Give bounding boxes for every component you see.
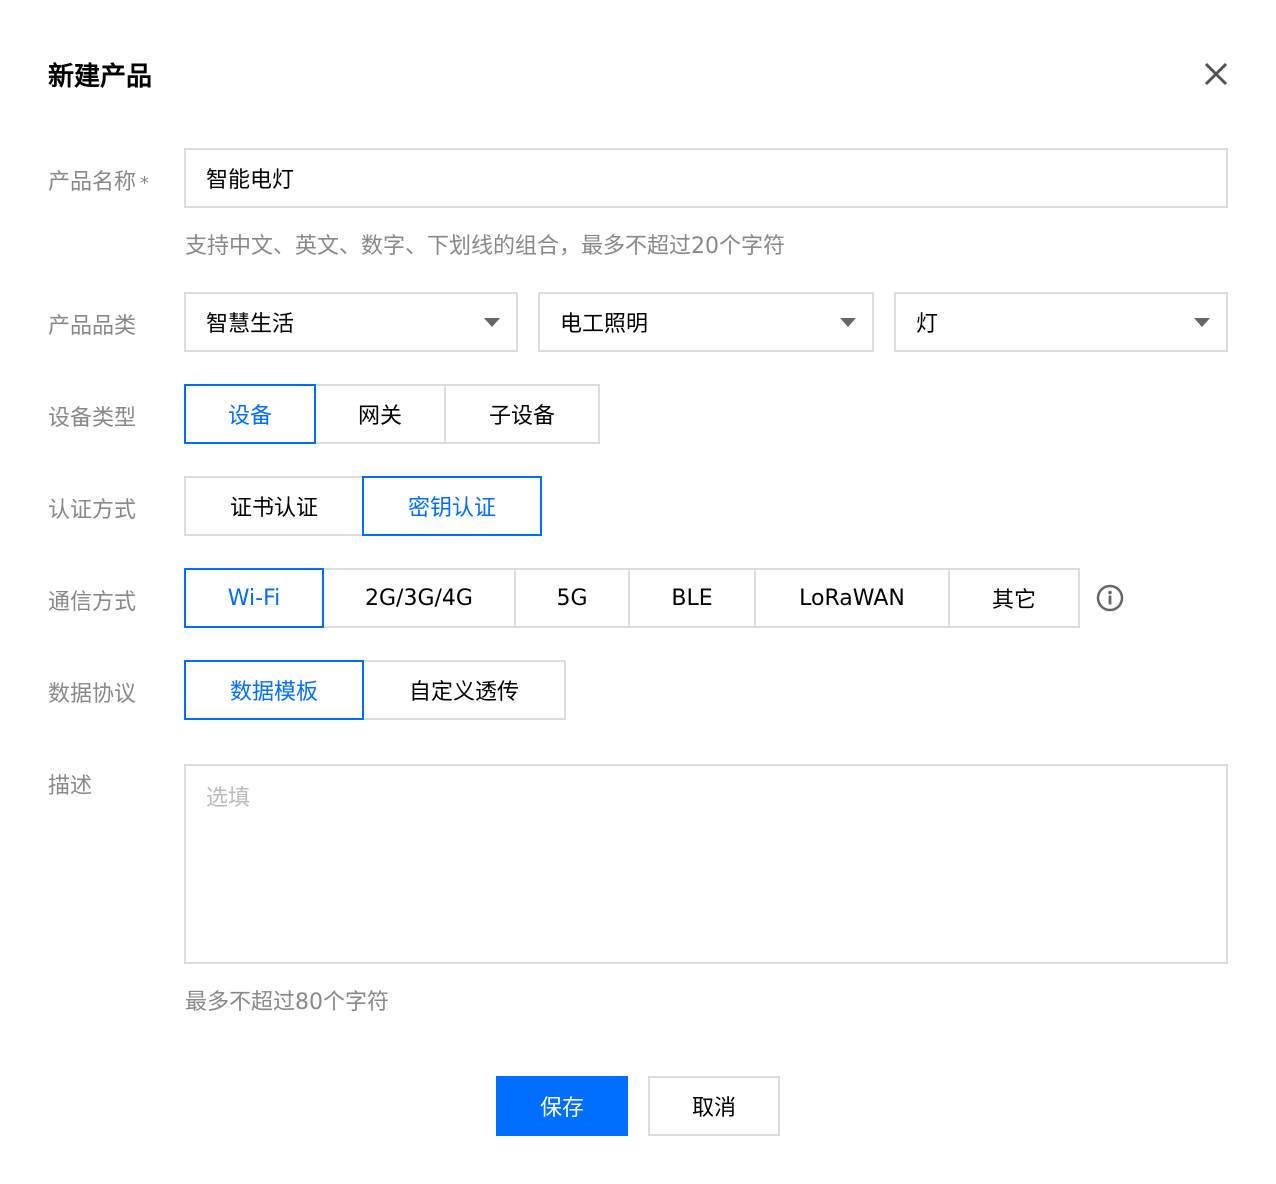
protocol-option-template[interactable]: 数据模板 <box>184 660 364 720</box>
product-name-hint: 支持中文、英文、数字、下划线的组合，最多不超过20个字符 <box>185 234 785 259</box>
auth-label: 认证方式 <box>48 498 137 523</box>
info-icon[interactable] <box>1096 584 1124 612</box>
protocol-segment: 数据模板 自定义透传 <box>184 660 566 720</box>
comm-option-5g[interactable]: 5G <box>514 568 630 628</box>
category-level2-select[interactable]: 电工照明 <box>538 292 874 352</box>
required-mark: * <box>140 173 150 194</box>
device-type-option-gateway[interactable]: 网关 <box>314 384 446 444</box>
comm-option-ble[interactable]: BLE <box>628 568 756 628</box>
description-placeholder: 选填 <box>206 786 251 811</box>
comm-option-wifi[interactable]: Wi-Fi <box>184 568 324 628</box>
auth-option-key[interactable]: 密钥认证 <box>362 476 542 536</box>
cancel-button[interactable]: 取消 <box>648 1076 780 1136</box>
protocol-label: 数据协议 <box>48 682 137 707</box>
comm-label: 通信方式 <box>48 590 137 615</box>
device-type-segment: 设备 网关 子设备 <box>184 384 600 444</box>
category-level1-select[interactable]: 智慧生活 <box>184 292 518 352</box>
product-name-input[interactable]: 智能电灯 <box>184 148 1228 208</box>
comm-option-lorawan[interactable]: LoRaWAN <box>754 568 950 628</box>
description-label: 描述 <box>48 774 93 799</box>
comm-segment: Wi-Fi 2G/3G/4G 5G BLE LoRaWAN 其它 <box>184 568 1080 628</box>
save-button[interactable]: 保存 <box>496 1076 628 1136</box>
dialog-title: 新建产品 <box>48 62 153 92</box>
chevron-down-icon <box>1194 318 1210 327</box>
description-hint: 最多不超过80个字符 <box>185 990 389 1015</box>
device-type-option-subdevice[interactable]: 子设备 <box>444 384 600 444</box>
comm-option-cellular[interactable]: 2G/3G/4G <box>322 568 516 628</box>
device-type-label: 设备类型 <box>48 406 137 431</box>
category-label: 产品品类 <box>48 314 137 339</box>
product-name-label: 产品名称 * <box>48 164 149 196</box>
comm-option-other[interactable]: 其它 <box>948 568 1080 628</box>
chevron-down-icon <box>484 318 500 327</box>
protocol-option-passthrough[interactable]: 自定义透传 <box>362 660 566 720</box>
close-icon[interactable] <box>1196 54 1236 94</box>
auth-segment: 证书认证 密钥认证 <box>184 476 542 536</box>
product-name-label-text: 产品名称 <box>48 170 137 195</box>
chevron-down-icon <box>840 318 856 327</box>
category-level3-value: 灯 <box>916 312 939 337</box>
category-level3-select[interactable]: 灯 <box>894 292 1228 352</box>
category-level1-value: 智慧生活 <box>206 312 295 337</box>
description-textarea[interactable]: 选填 <box>184 764 1228 964</box>
auth-option-cert[interactable]: 证书认证 <box>184 476 364 536</box>
category-level2-value: 电工照明 <box>560 312 649 337</box>
device-type-option-device[interactable]: 设备 <box>184 384 316 444</box>
product-name-value: 智能电灯 <box>206 168 295 193</box>
